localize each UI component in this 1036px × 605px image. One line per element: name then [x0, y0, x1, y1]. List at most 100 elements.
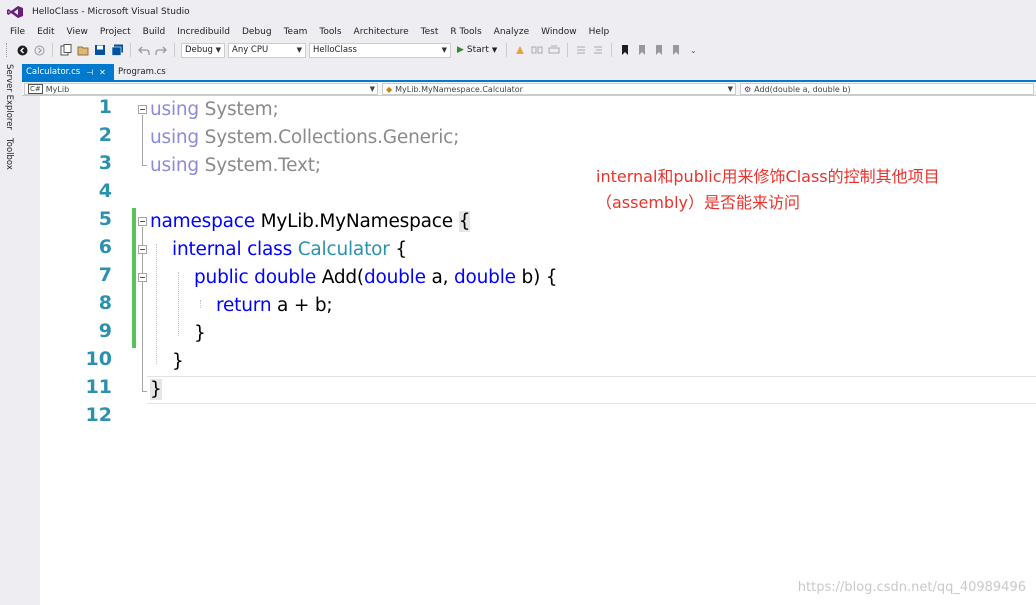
indent-guide — [156, 244, 157, 364]
line-number: 7 — [98, 264, 112, 286]
next-bookmark-icon[interactable] — [652, 43, 666, 57]
tab-program-cs[interactable]: Program.cs — [114, 64, 184, 80]
menu-help[interactable]: Help — [583, 27, 616, 37]
using-target: System.Text; — [198, 155, 321, 176]
collapse-class-icon[interactable] — [138, 245, 147, 254]
class-open-brace: { — [389, 239, 407, 260]
namespace-close-brace: } — [150, 379, 162, 400]
chevron-down-icon: ▼ — [727, 85, 733, 93]
uncomment-icon[interactable] — [591, 43, 605, 57]
menu-analyze[interactable]: Analyze — [488, 27, 535, 37]
keyword-using: using — [150, 155, 199, 176]
bookmark-icon[interactable] — [618, 43, 632, 57]
toolbar-separator — [174, 43, 175, 57]
class-close-brace: } — [172, 351, 184, 372]
using-target: System.Collections.Generic; — [198, 127, 460, 148]
type-dropdown[interactable]: ◆ MyLib.MyNamespace.Calculator ▼ — [382, 83, 736, 95]
code-line-5: namespace MyLib.MyNamespace { — [150, 208, 470, 236]
toolbar-grip[interactable] — [6, 43, 9, 57]
outline-end-tick — [142, 165, 147, 166]
annotation-note: internal和public用来修饰Class的控制其他项目 （assembl… — [596, 164, 940, 216]
toolbar-separator — [52, 43, 53, 57]
project-dropdown-value: MyLib — [45, 84, 70, 94]
open-file-icon[interactable] — [76, 43, 90, 57]
code-line-11: } — [150, 376, 162, 404]
previous-bookmark-icon[interactable] — [635, 43, 649, 57]
play-icon: ▶ — [457, 45, 464, 55]
solution-configuration-dropdown[interactable]: Debug ▼ — [181, 42, 225, 58]
server-explorer-tab[interactable]: Server Explorer — [4, 64, 14, 130]
line-number: 11 — [85, 376, 112, 398]
window-title: HelloClass - Microsoft Visual Studio — [32, 7, 190, 17]
menu-incredibuild[interactable]: Incredibuild — [171, 27, 236, 37]
navigate-forward-icon[interactable] — [32, 43, 46, 57]
toolbar-separator — [611, 43, 613, 57]
navigate-back-icon[interactable] — [15, 43, 29, 57]
code-line-7: public double Add(double a, double b) { — [194, 264, 558, 292]
annotation-line-2: （assembly）是否能来访问 — [596, 193, 800, 212]
menu-edit[interactable]: Edit — [31, 27, 60, 37]
startup-project-dropdown[interactable]: HelloClass ▼ — [309, 42, 451, 58]
undo-icon[interactable] — [137, 43, 151, 57]
toolbar-overflow-icon[interactable]: ⌄ — [686, 43, 700, 57]
menu-architecture[interactable]: Architecture — [348, 27, 415, 37]
menu-tools[interactable]: Tools — [313, 27, 347, 37]
menu-file[interactable]: File — [4, 27, 31, 37]
redo-icon[interactable] — [154, 43, 168, 57]
class-icon: ◆ — [386, 84, 393, 94]
menu-team[interactable]: Team — [278, 27, 314, 37]
collapse-namespace-icon[interactable] — [138, 217, 147, 226]
solution-platform-dropdown[interactable]: Any CPU ▼ — [228, 42, 306, 58]
line-number: 3 — [98, 152, 112, 174]
collapse-method-icon[interactable] — [138, 273, 147, 282]
keyword-using: using — [150, 127, 199, 148]
line-number: 6 — [98, 236, 112, 258]
line-number: 9 — [98, 320, 112, 342]
method-close-brace: } — [194, 323, 206, 344]
menu-test[interactable]: Test — [415, 27, 445, 37]
tab-calculator-cs[interactable]: Calculator.cs ⊣ ✕ — [22, 64, 114, 80]
line-number: 4 — [98, 180, 112, 202]
line-number: 8 — [98, 292, 112, 314]
menu-debug[interactable]: Debug — [236, 27, 278, 37]
menu-view[interactable]: View — [61, 27, 94, 37]
title-bar: HelloClass - Microsoft Visual Studio — [0, 0, 1036, 24]
keyword-class: class — [247, 239, 293, 260]
menu-project[interactable]: Project — [94, 27, 137, 37]
comment-out-icon[interactable] — [574, 43, 588, 57]
menu-r-tools[interactable]: R Tools — [444, 27, 487, 37]
outline-line — [142, 115, 143, 165]
code-editor[interactable]: 1 2 3 4 5 6 7 8 9 10 11 12 using System;… — [40, 96, 1036, 605]
member-dropdown[interactable]: ⚙ Add(double a, double b) — [740, 83, 1034, 95]
code-line-8: return a + b; — [216, 292, 333, 320]
chevron-down-icon: ▼ — [491, 46, 498, 54]
code-line-10: } — [172, 348, 184, 376]
step-into-icon[interactable] — [530, 43, 544, 57]
step-over-icon[interactable] — [547, 43, 561, 57]
tab-label: Program.cs — [118, 67, 166, 77]
namespace-name: MyLib.MyNamespace — [254, 211, 459, 232]
menu-build[interactable]: Build — [137, 27, 172, 37]
chevron-down-icon: ▼ — [369, 85, 375, 93]
chevron-down-icon: ▼ — [296, 46, 302, 54]
code-line-9: } — [194, 320, 206, 348]
outline-end-tick — [142, 391, 147, 392]
clear-bookmarks-icon[interactable] — [669, 43, 683, 57]
class-name: Calculator — [297, 239, 390, 260]
indent-guide — [178, 272, 179, 336]
toolbox-tab[interactable]: Toolbox — [4, 138, 14, 170]
collapse-using-block-icon[interactable] — [138, 105, 147, 114]
save-all-icon[interactable] — [110, 43, 124, 57]
pin-icon[interactable]: ⊣ — [86, 68, 93, 77]
start-button[interactable]: ▶ Start ▼ — [454, 45, 500, 55]
new-project-icon[interactable] — [59, 43, 73, 57]
project-dropdown[interactable]: C# MyLib ▼ — [24, 83, 378, 95]
save-icon[interactable] — [93, 43, 107, 57]
toolbar-separator — [567, 43, 569, 57]
menu-window[interactable]: Window — [535, 27, 583, 37]
toolbar-separator — [506, 43, 508, 57]
line-number: 10 — [85, 348, 112, 370]
close-icon[interactable]: ✕ — [99, 68, 106, 77]
browser-link-icon[interactable] — [513, 43, 527, 57]
start-label: Start — [466, 45, 489, 55]
